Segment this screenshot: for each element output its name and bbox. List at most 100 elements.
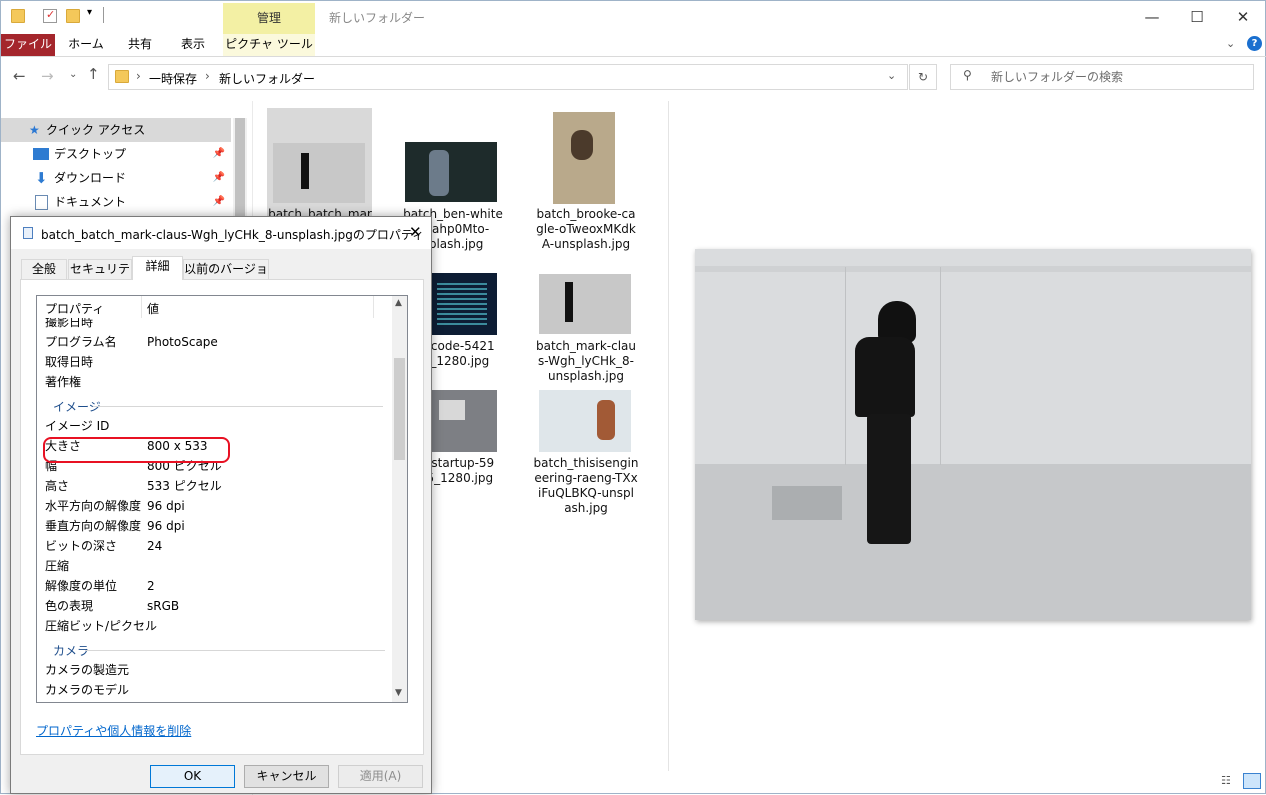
search-input[interactable]: 新しいフォルダーの検索 [950, 64, 1254, 90]
property-row[interactable]: 著作権 [37, 372, 397, 392]
file-thumbnail[interactable] [539, 274, 631, 334]
tab-previous-versions[interactable]: 以前のバージョン [183, 259, 269, 295]
nav-quick-access[interactable]: ★ クイック アクセス [1, 118, 231, 142]
back-icon[interactable]: ← [13, 67, 26, 85]
property-row[interactable]: 高さ 533 ピクセル [37, 476, 397, 496]
properties-dialog: batch_batch_mark-claus-Wgh_lyCHk_8-unspl… [10, 216, 432, 794]
property-value: 96 dpi [147, 499, 185, 513]
tab-view[interactable]: 表示 [168, 34, 218, 56]
property-row[interactable]: プログラム名 PhotoScape [37, 332, 397, 352]
property-row[interactable]: 圧縮ビット/ピクセル [37, 616, 397, 636]
tab-general[interactable]: 全般 [21, 259, 67, 279]
property-row[interactable]: カメラのモデル [37, 680, 397, 700]
ok-button[interactable]: OK [150, 765, 235, 788]
file-thumbnail[interactable] [431, 273, 497, 335]
nav-desktop[interactable]: デスクトップ 📌 [1, 142, 231, 166]
preview-image [695, 249, 1251, 620]
header-property[interactable]: プロパティ [45, 300, 104, 317]
property-value: sRGB [147, 599, 180, 613]
property-row[interactable]: 取得日時 [37, 352, 397, 372]
file-name[interactable]: batch_mark-clau s-Wgh_lyCHk_8- unsplash.jp… [531, 339, 641, 384]
property-row[interactable]: イメージ ID [37, 416, 397, 436]
property-key: 著作権 [45, 375, 82, 389]
tab-security[interactable]: セキュリティ [68, 259, 132, 295]
pin-icon[interactable]: 📌 [213, 142, 225, 166]
apply-button[interactable]: 適用(A) [338, 765, 423, 788]
file-name[interactable]: batch_brooke-ca gle-oTweoxMKdk A-unsplash.… [531, 207, 641, 252]
tab-file[interactable]: ファイル [1, 34, 55, 56]
cancel-button[interactable]: キャンセル [244, 765, 329, 788]
tab-share[interactable]: 共有 [116, 34, 164, 56]
property-row[interactable]: 垂直方向の解像度 96 dpi [37, 516, 397, 536]
property-list[interactable]: プロパティ 値 撮影日時 プログラム名 PhotoScape 取得日時 著作権 イ… [36, 295, 408, 703]
minimize-button[interactable]: — [1129, 5, 1175, 29]
scroll-up-icon[interactable]: ▲ [395, 298, 402, 308]
maximize-button[interactable]: ☐ [1174, 5, 1220, 29]
property-scrollbar[interactable]: ▲ ▼ [392, 296, 407, 702]
property-key: 水平方向の解像度 [45, 499, 142, 513]
property-row[interactable]: ビットの深さ 24 [37, 536, 397, 556]
property-key: カメラの製造元 [45, 663, 130, 677]
property-row[interactable]: カメラの製造元 [37, 660, 397, 680]
scroll-down-icon[interactable]: ▼ [395, 688, 402, 698]
tab-home[interactable]: ホーム [61, 34, 111, 56]
property-key: 垂直方向の解像度 [45, 519, 142, 533]
section-label: カメラ [53, 644, 90, 658]
nav-label: ダウンロード [54, 171, 127, 185]
help-icon[interactable]: ? [1247, 36, 1262, 51]
file-thumbnail[interactable] [273, 143, 365, 203]
recent-locations-icon[interactable]: ⌄ [69, 69, 77, 80]
customize-toolbar-icon[interactable]: ▾ [87, 7, 92, 18]
property-key: ビットの深さ [45, 539, 118, 553]
download-icon: ⬇ [35, 169, 48, 187]
nav-label: ドキュメント [54, 195, 127, 209]
file-thumbnail[interactable] [553, 112, 615, 204]
properties-icon[interactable]: ✓ [43, 8, 57, 23]
file-thumbnail[interactable] [539, 390, 631, 452]
property-key: 高さ [45, 479, 70, 493]
pin-icon[interactable]: 📌 [213, 190, 225, 214]
close-button[interactable]: ✕ [1220, 5, 1266, 29]
address-dropdown-icon[interactable]: ⌄ [887, 69, 896, 82]
remove-properties-link[interactable]: プロパティや個人情報を削除 [36, 722, 191, 739]
file-name[interactable]: batch_thisisengin eering-raeng-TXx iFuQLBK… [531, 456, 641, 516]
property-value: 96 dpi [147, 519, 185, 533]
pin-icon[interactable]: 📌 [213, 166, 225, 190]
scroll-thumb[interactable] [394, 358, 405, 460]
document-icon [35, 195, 48, 210]
section-camera: カメラ [45, 642, 385, 659]
nav-documents[interactable]: ドキュメント 📌 [1, 190, 231, 214]
property-row[interactable]: 水平方向の解像度 96 dpi [37, 496, 397, 516]
nav-label: デスクトップ [54, 147, 127, 161]
window-title: 新しいフォルダー [329, 11, 426, 25]
breadcrumb-new-folder[interactable]: 新しいフォルダー [219, 70, 315, 87]
large-icons-view-icon[interactable] [1243, 773, 1261, 789]
file-thumbnail[interactable] [405, 142, 497, 202]
tab-details[interactable]: 詳細 [132, 256, 183, 280]
up-icon[interactable]: ↑ [87, 65, 100, 83]
file-name-line: iFuQLBKQ-unspl [538, 486, 634, 500]
desktop-icon [33, 148, 49, 160]
details-view-icon[interactable]: ☷ [1221, 774, 1237, 788]
property-row[interactable]: 色の表現 sRGB [37, 596, 397, 616]
property-value: PhotoScape [147, 335, 218, 349]
nav-downloads[interactable]: ⬇ ダウンロード 📌 [1, 166, 231, 190]
header-value[interactable]: 値 [147, 300, 159, 317]
expand-ribbon-icon[interactable]: ⌄ [1226, 37, 1235, 50]
floor-patch [772, 486, 842, 520]
file-name-line: batch_thisisengin [533, 456, 639, 470]
new-folder-icon[interactable] [66, 9, 80, 23]
dialog-close-button[interactable]: ✕ [409, 223, 422, 241]
breadcrumb-temp-storage[interactable]: 一時保存 [149, 70, 197, 87]
file-thumbnail[interactable] [431, 390, 497, 452]
refresh-icon[interactable]: ↻ [909, 64, 937, 90]
nav-label: クイック アクセス [46, 123, 146, 137]
property-row[interactable]: 解像度の単位 2 [37, 576, 397, 596]
forward-icon[interactable]: → [41, 67, 54, 85]
property-row[interactable]: 圧縮 [37, 556, 397, 576]
nav-scrollbar[interactable] [233, 118, 247, 218]
property-key: 圧縮ビット/ピクセル [45, 619, 158, 633]
highlight-annotation [43, 437, 230, 463]
address-bar[interactable]: › 一時保存 › 新しいフォルダー ⌄ [108, 64, 908, 90]
tab-picture-tools[interactable]: ピクチャ ツール [223, 34, 315, 56]
